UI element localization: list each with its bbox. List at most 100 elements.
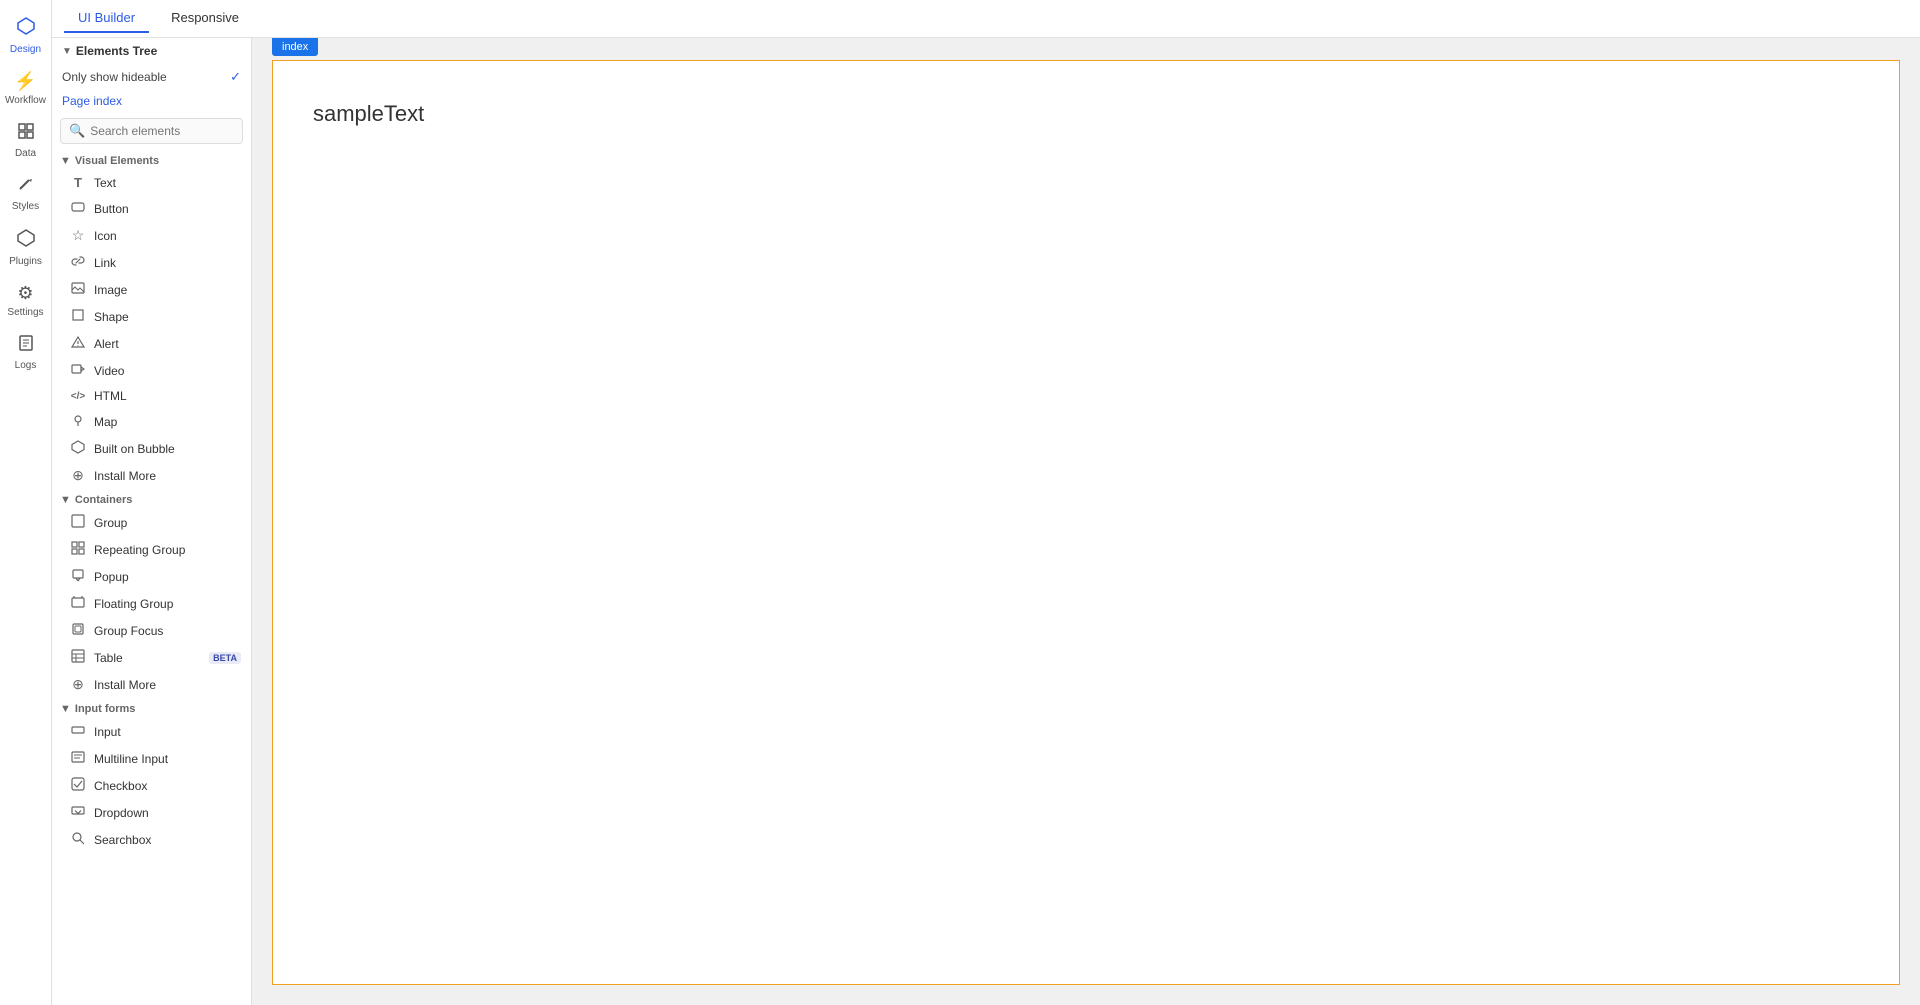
sidebar-item-group-focus[interactable]: Group Focus [52,617,251,644]
checkbox-label: Checkbox [94,779,241,793]
nav-design-label: Design [10,44,41,55]
image-icon [70,281,86,298]
tab-responsive[interactable]: Responsive [157,4,253,33]
nav-design[interactable]: Design [0,8,51,63]
sidebar-item-html[interactable]: </> HTML [52,384,251,408]
sidebar-item-text[interactable]: T Text [52,170,251,195]
nav-data-label: Data [15,148,36,159]
image-label: Image [94,283,241,297]
nav-workflow[interactable]: ⚡ Workflow [0,63,51,114]
data-icon [17,122,35,145]
only-show-hideable-label: Only show hideable [62,70,167,84]
sidebar-item-video[interactable]: Video [52,357,251,384]
sidebar: ▼ Elements Tree Only show hideable ✓ Pag… [52,38,252,1005]
search-input[interactable] [90,124,234,138]
nav-logs[interactable]: Logs [0,326,51,379]
nav-data[interactable]: Data [0,114,51,167]
containers-section[interactable]: ▼ Containers [52,489,251,509]
shape-label: Shape [94,310,241,324]
sidebar-item-shape[interactable]: Shape [52,303,251,330]
map-icon [70,413,86,430]
sidebar-item-link[interactable]: Link [52,249,251,276]
built-on-bubble-label: Built on Bubble [94,442,241,456]
repeating-group-icon [70,541,86,558]
floating-group-label: Floating Group [94,597,241,611]
alert-icon [70,335,86,352]
dropdown-label: Dropdown [94,806,241,820]
canvas-sample-text: sampleText [273,61,1899,167]
styles-icon [17,175,35,198]
html-label: HTML [94,389,241,403]
input-forms-section[interactable]: ▼ Input forms [52,698,251,718]
multiline-input-label: Multiline Input [94,752,241,766]
sidebar-item-group[interactable]: Group [52,509,251,536]
text-label: Text [94,176,241,190]
elements-tree-header[interactable]: ▼ Elements Tree [52,38,251,64]
tab-ui-builder[interactable]: UI Builder [64,4,149,33]
group-focus-icon [70,622,86,639]
sidebar-item-dropdown[interactable]: Dropdown [52,799,251,826]
table-beta-badge: BETA [209,652,241,664]
html-icon: </> [70,391,86,402]
page-index-link[interactable]: Page index [52,90,251,112]
sidebar-item-image[interactable]: Image [52,276,251,303]
install-more-containers-icon: ⊕ [70,676,86,693]
popup-label: Popup [94,570,241,584]
input-forms-arrow: ▼ [60,703,71,715]
sidebar-item-alert[interactable]: Alert [52,330,251,357]
alert-label: Alert [94,337,241,351]
video-label: Video [94,364,241,378]
canvas-frame: sampleText [272,60,1900,985]
sidebar-item-install-more-visual[interactable]: ⊕ Install More [52,462,251,489]
repeating-group-label: Repeating Group [94,543,241,557]
checkbox-icon [70,777,86,794]
searchbox-label: Searchbox [94,833,241,847]
logs-icon [17,334,35,357]
canvas-tab[interactable]: index [272,38,318,56]
link-label: Link [94,256,241,270]
link-icon [70,254,86,271]
install-more-containers-label: Install More [94,678,241,692]
button-label: Button [94,202,241,216]
input-label: Input [94,725,241,739]
sidebar-item-checkbox[interactable]: Checkbox [52,772,251,799]
multiline-input-icon [70,750,86,767]
only-show-hideable-toggle[interactable]: Only show hideable ✓ [52,64,251,90]
main-content: UI Builder Responsive ▼ Elements Tree On… [52,0,1920,1005]
sidebar-item-table[interactable]: Table BETA [52,644,251,671]
canvas-area: index sampleText [252,38,1920,1005]
nav-settings[interactable]: ⚙ Settings [0,275,51,326]
sidebar-item-map[interactable]: Map [52,408,251,435]
sidebar-item-built-on-bubble[interactable]: Built on Bubble [52,435,251,462]
visual-elements-section[interactable]: ▼ Visual Elements [52,150,251,170]
sidebar-item-input[interactable]: Input [52,718,251,745]
settings-icon: ⚙ [17,283,33,304]
table-label: Table [94,651,201,665]
install-more-visual-icon: ⊕ [70,467,86,484]
plugins-icon [16,228,36,253]
table-icon [70,649,86,666]
sidebar-item-popup[interactable]: Popup [52,563,251,590]
nav-logs-label: Logs [15,360,37,371]
nav-styles[interactable]: Styles [0,167,51,220]
sidebar-item-icon[interactable]: ☆ Icon [52,222,251,249]
searchbox-icon [70,831,86,848]
sidebar-item-install-more-containers[interactable]: ⊕ Install More [52,671,251,698]
top-bar: UI Builder Responsive [52,0,1920,38]
group-icon [70,514,86,531]
sidebar-item-searchbox[interactable]: Searchbox [52,826,251,853]
sidebar-item-multiline-input[interactable]: Multiline Input [52,745,251,772]
nav-workflow-label: Workflow [5,95,46,106]
sidebar-item-repeating-group[interactable]: Repeating Group [52,536,251,563]
input-forms-label: Input forms [75,703,136,715]
sidebar-item-floating-group[interactable]: Floating Group [52,590,251,617]
nav-plugins[interactable]: Plugins [0,220,51,275]
dropdown-icon [70,804,86,821]
sidebar-item-button[interactable]: Button [52,195,251,222]
button-icon [70,200,86,217]
content-area: ▼ Elements Tree Only show hideable ✓ Pag… [52,38,1920,1005]
containers-label: Containers [75,494,132,506]
search-icon: 🔍 [69,123,85,139]
icon-label: Icon [94,229,241,243]
icon-icon: ☆ [70,227,86,244]
